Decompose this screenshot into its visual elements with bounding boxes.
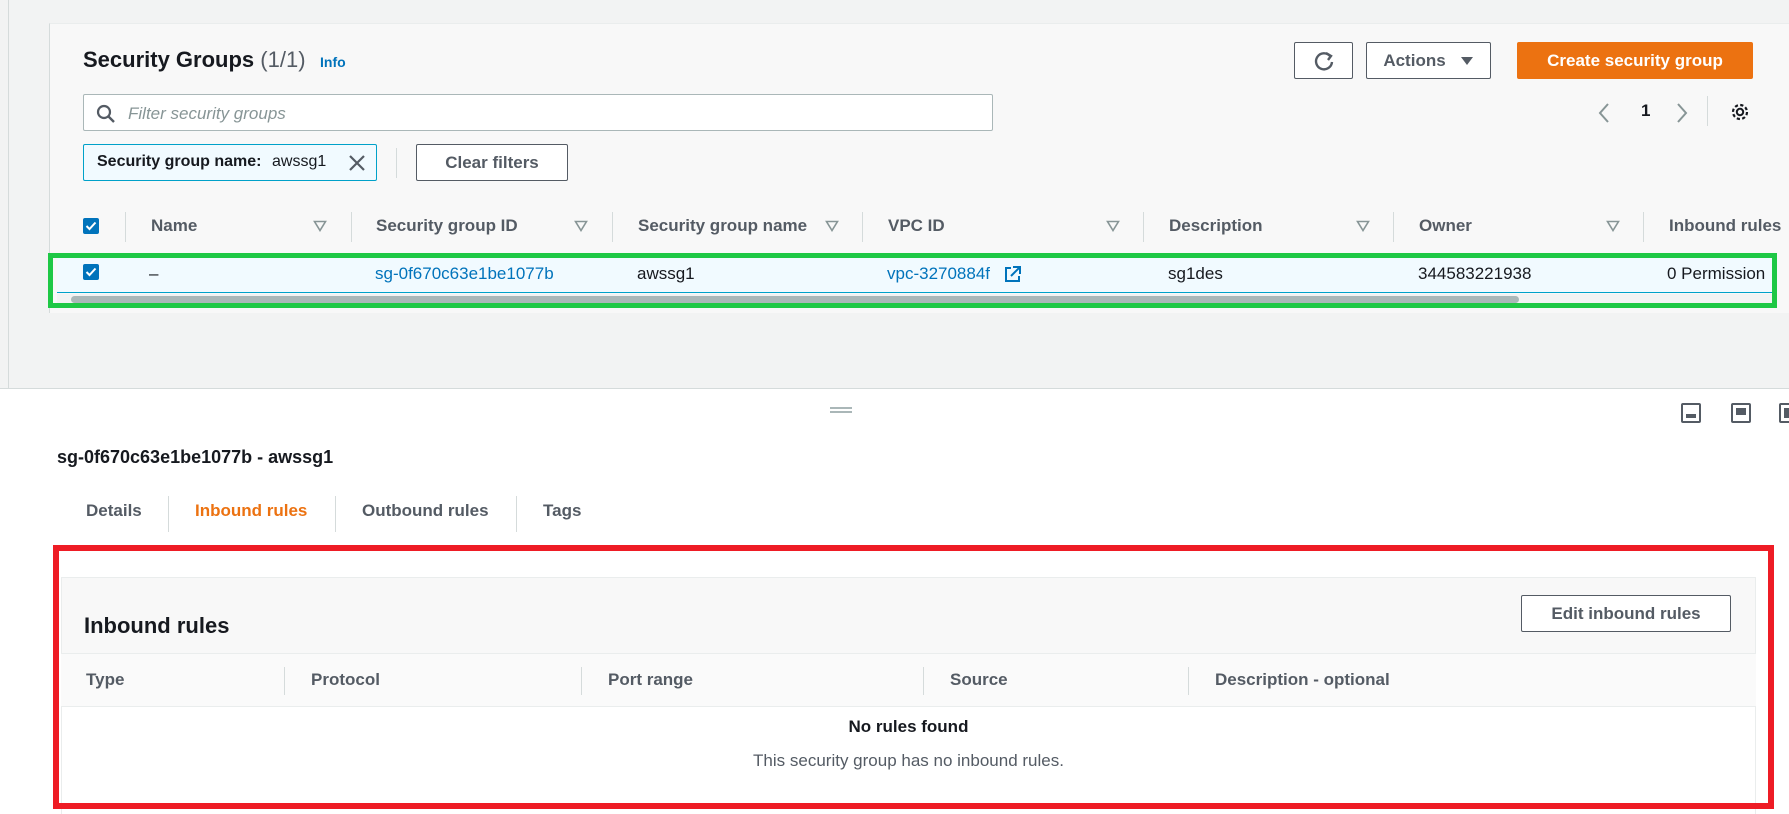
clear-filters-button[interactable]: Clear filters xyxy=(416,144,568,181)
tab-divider xyxy=(168,496,169,532)
ec2-security-groups-page: Security Groups (1/1) Info Actions Creat… xyxy=(0,0,1789,814)
remove-filter-button[interactable] xyxy=(347,153,367,178)
info-link[interactable]: Info xyxy=(320,54,346,70)
current-page[interactable]: 1 xyxy=(1641,101,1650,121)
column-divider xyxy=(1643,212,1644,242)
details-title: sg-0f670c63e1be1077b - awssg1 xyxy=(57,447,334,467)
chevron-right-icon xyxy=(1677,103,1688,123)
sort-icon[interactable] xyxy=(313,220,327,232)
dock-center-icon[interactable] xyxy=(1731,403,1751,423)
sort-icon[interactable] xyxy=(1356,220,1370,232)
search-input[interactable]: Filter security groups xyxy=(83,94,993,131)
column-divider xyxy=(125,212,126,242)
tab-inbound-rules[interactable]: Inbound rules xyxy=(195,501,307,521)
column-header-security-group-id[interactable]: Security group ID xyxy=(376,216,518,236)
tab-details[interactable]: Details xyxy=(86,501,142,521)
column-header-security-group-name[interactable]: Security group name xyxy=(638,216,807,236)
inbound-rules-highlight xyxy=(53,545,1774,809)
actions-label: Actions xyxy=(1383,50,1446,70)
refresh-button[interactable] xyxy=(1294,42,1353,79)
column-header-inbound-rules[interactable]: Inbound rules xyxy=(1669,216,1781,236)
column-header-description[interactable]: Description xyxy=(1169,216,1263,236)
gear-icon xyxy=(1731,103,1749,121)
sort-icon[interactable] xyxy=(1606,220,1620,232)
select-all-checkbox[interactable] xyxy=(83,218,99,234)
resize-handle[interactable] xyxy=(830,407,852,413)
dock-bottom-icon[interactable] xyxy=(1681,403,1701,423)
filter-token-label: Security group name: xyxy=(97,153,262,170)
page-title-text: Security Groups xyxy=(83,47,255,72)
column-header-owner[interactable]: Owner xyxy=(1419,216,1472,236)
column-divider xyxy=(612,212,613,242)
sort-icon[interactable] xyxy=(1106,220,1120,232)
actions-button[interactable]: Actions xyxy=(1366,42,1491,79)
column-divider xyxy=(1393,212,1394,242)
search-placeholder: Filter security groups xyxy=(128,104,286,123)
tab-divider xyxy=(335,496,336,532)
column-divider xyxy=(351,212,352,242)
page-title: Security Groups (1/1) xyxy=(83,47,306,73)
pager-divider xyxy=(1707,96,1708,126)
preferences-button[interactable] xyxy=(1729,101,1751,128)
selected-row-highlight xyxy=(48,253,1777,308)
sort-icon[interactable] xyxy=(825,220,839,232)
filter-divider xyxy=(396,148,397,178)
tab-divider xyxy=(516,496,517,532)
column-divider xyxy=(1143,212,1144,242)
filter-token-value: awssg1 xyxy=(272,153,327,170)
column-header-name[interactable]: Name xyxy=(151,216,197,236)
selection-count: (1/1) xyxy=(260,47,306,72)
column-divider xyxy=(862,212,863,242)
refresh-icon xyxy=(1314,51,1333,71)
column-header-vpc-id[interactable]: VPC ID xyxy=(888,216,945,236)
tab-outbound-rules[interactable]: Outbound rules xyxy=(362,501,489,521)
search-icon xyxy=(96,104,115,123)
close-icon xyxy=(349,155,365,171)
filter-token: Security group name: awssg1 xyxy=(83,144,377,181)
chevron-left-icon xyxy=(1598,103,1609,123)
caret-down-icon xyxy=(1460,56,1473,65)
tab-tags[interactable]: Tags xyxy=(543,501,581,521)
dock-side-icon[interactable] xyxy=(1779,403,1789,423)
next-page-button[interactable] xyxy=(1675,102,1689,129)
create-security-group-button[interactable]: Create security group xyxy=(1517,42,1753,79)
checkmark-icon xyxy=(85,221,97,231)
sort-icon[interactable] xyxy=(574,220,588,232)
previous-page-button[interactable] xyxy=(1597,102,1611,129)
